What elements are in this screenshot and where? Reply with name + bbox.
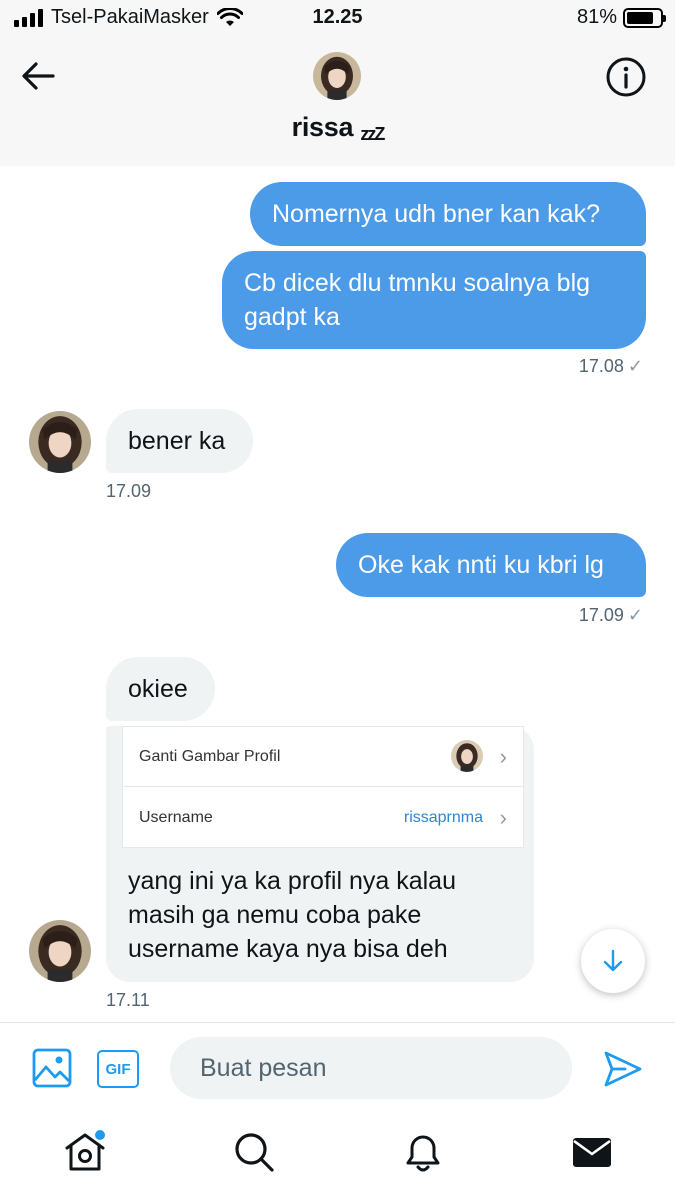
message-text: Nomernya udh bner kan kak? [272, 200, 600, 228]
settings-row-username: Username rissaprnma › [123, 788, 523, 848]
home-notification-dot [95, 1130, 105, 1140]
message-input-placeholder: Buat pesan [200, 1053, 327, 1082]
message-bubble-incoming[interactable]: okiee [106, 657, 215, 721]
signal-icon [14, 8, 43, 27]
info-button[interactable] [605, 56, 647, 98]
sent-check-icon: ✓ [627, 356, 643, 376]
message-timestamp: 17.11 [106, 990, 150, 1011]
arrow-left-icon [22, 62, 55, 90]
message-composer: GIF Buat pesan [0, 1022, 675, 1114]
avatar-image [29, 411, 91, 473]
sent-check-icon: ✓ [627, 605, 643, 625]
gif-label: GIF [105, 1060, 131, 1078]
battery-level [627, 11, 653, 24]
battery-percent: 81% [576, 6, 617, 28]
sleep-emoji: zzZ [360, 124, 385, 144]
profile-picture-thumbnail [451, 740, 483, 772]
message-timestamp: 17.09 ✓ [579, 605, 643, 626]
settings-row-label: Ganti Gambar Profil [139, 747, 281, 765]
message-bubble-outgoing[interactable]: Oke kak nnti ku kbri lg [336, 533, 646, 597]
message-bubble-incoming[interactable]: Ganti Gambar Profil › Username rissaprnm… [106, 726, 534, 982]
message-text: Oke kak nnti ku kbri lg [358, 551, 604, 579]
status-bar: Tsel-PakaiMasker 12.25 81% [0, 0, 675, 36]
tab-messages[interactable] [570, 1130, 614, 1174]
carrier-name: Tsel-PakaiMasker [51, 6, 209, 28]
message-bubble-incoming[interactable]: bener ka [106, 409, 253, 473]
scroll-to-bottom-button[interactable] [581, 929, 645, 993]
message-bubble-outgoing[interactable]: Nomernya udh bner kan kak? [250, 182, 646, 246]
sender-avatar[interactable] [29, 920, 91, 982]
header-avatar[interactable] [313, 52, 361, 100]
timestamp-text: 17.09 [106, 481, 152, 501]
timestamp-text: 17.09 [578, 605, 624, 625]
contact-name[interactable]: rissa zzZ [0, 112, 675, 145]
back-button[interactable] [18, 56, 58, 96]
message-timestamp: 17.08 ✓ [579, 356, 643, 377]
chevron-right-icon: › [499, 805, 507, 830]
tab-notifications[interactable] [401, 1130, 445, 1174]
status-left: Tsel-PakaiMasker [14, 6, 243, 29]
send-button[interactable] [603, 1049, 643, 1089]
timestamp-text: 17.11 [106, 990, 150, 1010]
avatar-image [313, 52, 361, 100]
contact-name-text: rissa [291, 112, 354, 142]
message-text: Cb dicek dlu tmnku soalnya blg gadpt ka [244, 269, 591, 331]
avatar-image [451, 740, 483, 772]
message-text: yang ini ya ka profil nya kalau masih ga… [128, 867, 456, 963]
tab-search[interactable] [232, 1130, 276, 1174]
wifi-icon [216, 7, 243, 26]
message-bubble-outgoing[interactable]: Cb dicek dlu tmnku soalnya blg gadpt ka [222, 251, 646, 349]
bottom-tab-bar [0, 1114, 675, 1200]
conversation-header: rissa zzZ [0, 36, 675, 166]
message-text: bener ka [128, 427, 226, 455]
sleep-emoji-text: zzZ [360, 124, 385, 144]
timestamp-text: 17.08 [578, 356, 624, 376]
shared-screenshot: Ganti Gambar Profil › Username rissaprnm… [122, 726, 524, 848]
chevron-right-icon: › [499, 743, 507, 769]
sender-avatar[interactable] [29, 411, 91, 473]
message-input[interactable]: Buat pesan [170, 1037, 572, 1099]
status-right: 81% [576, 6, 666, 29]
battery-icon [623, 7, 666, 28]
message-timestamp: 17.09 [106, 481, 151, 502]
username-value: rissaprnma [403, 809, 483, 826]
avatar-image [29, 920, 91, 982]
gif-button[interactable]: GIF [97, 1050, 139, 1088]
arrow-down-icon [603, 949, 623, 972]
image-icon[interactable] [32, 1048, 72, 1088]
settings-row-profile-picture: Ganti Gambar Profil › [123, 727, 523, 787]
settings-row-label: Username [139, 809, 213, 826]
message-text: okiee [128, 675, 188, 703]
